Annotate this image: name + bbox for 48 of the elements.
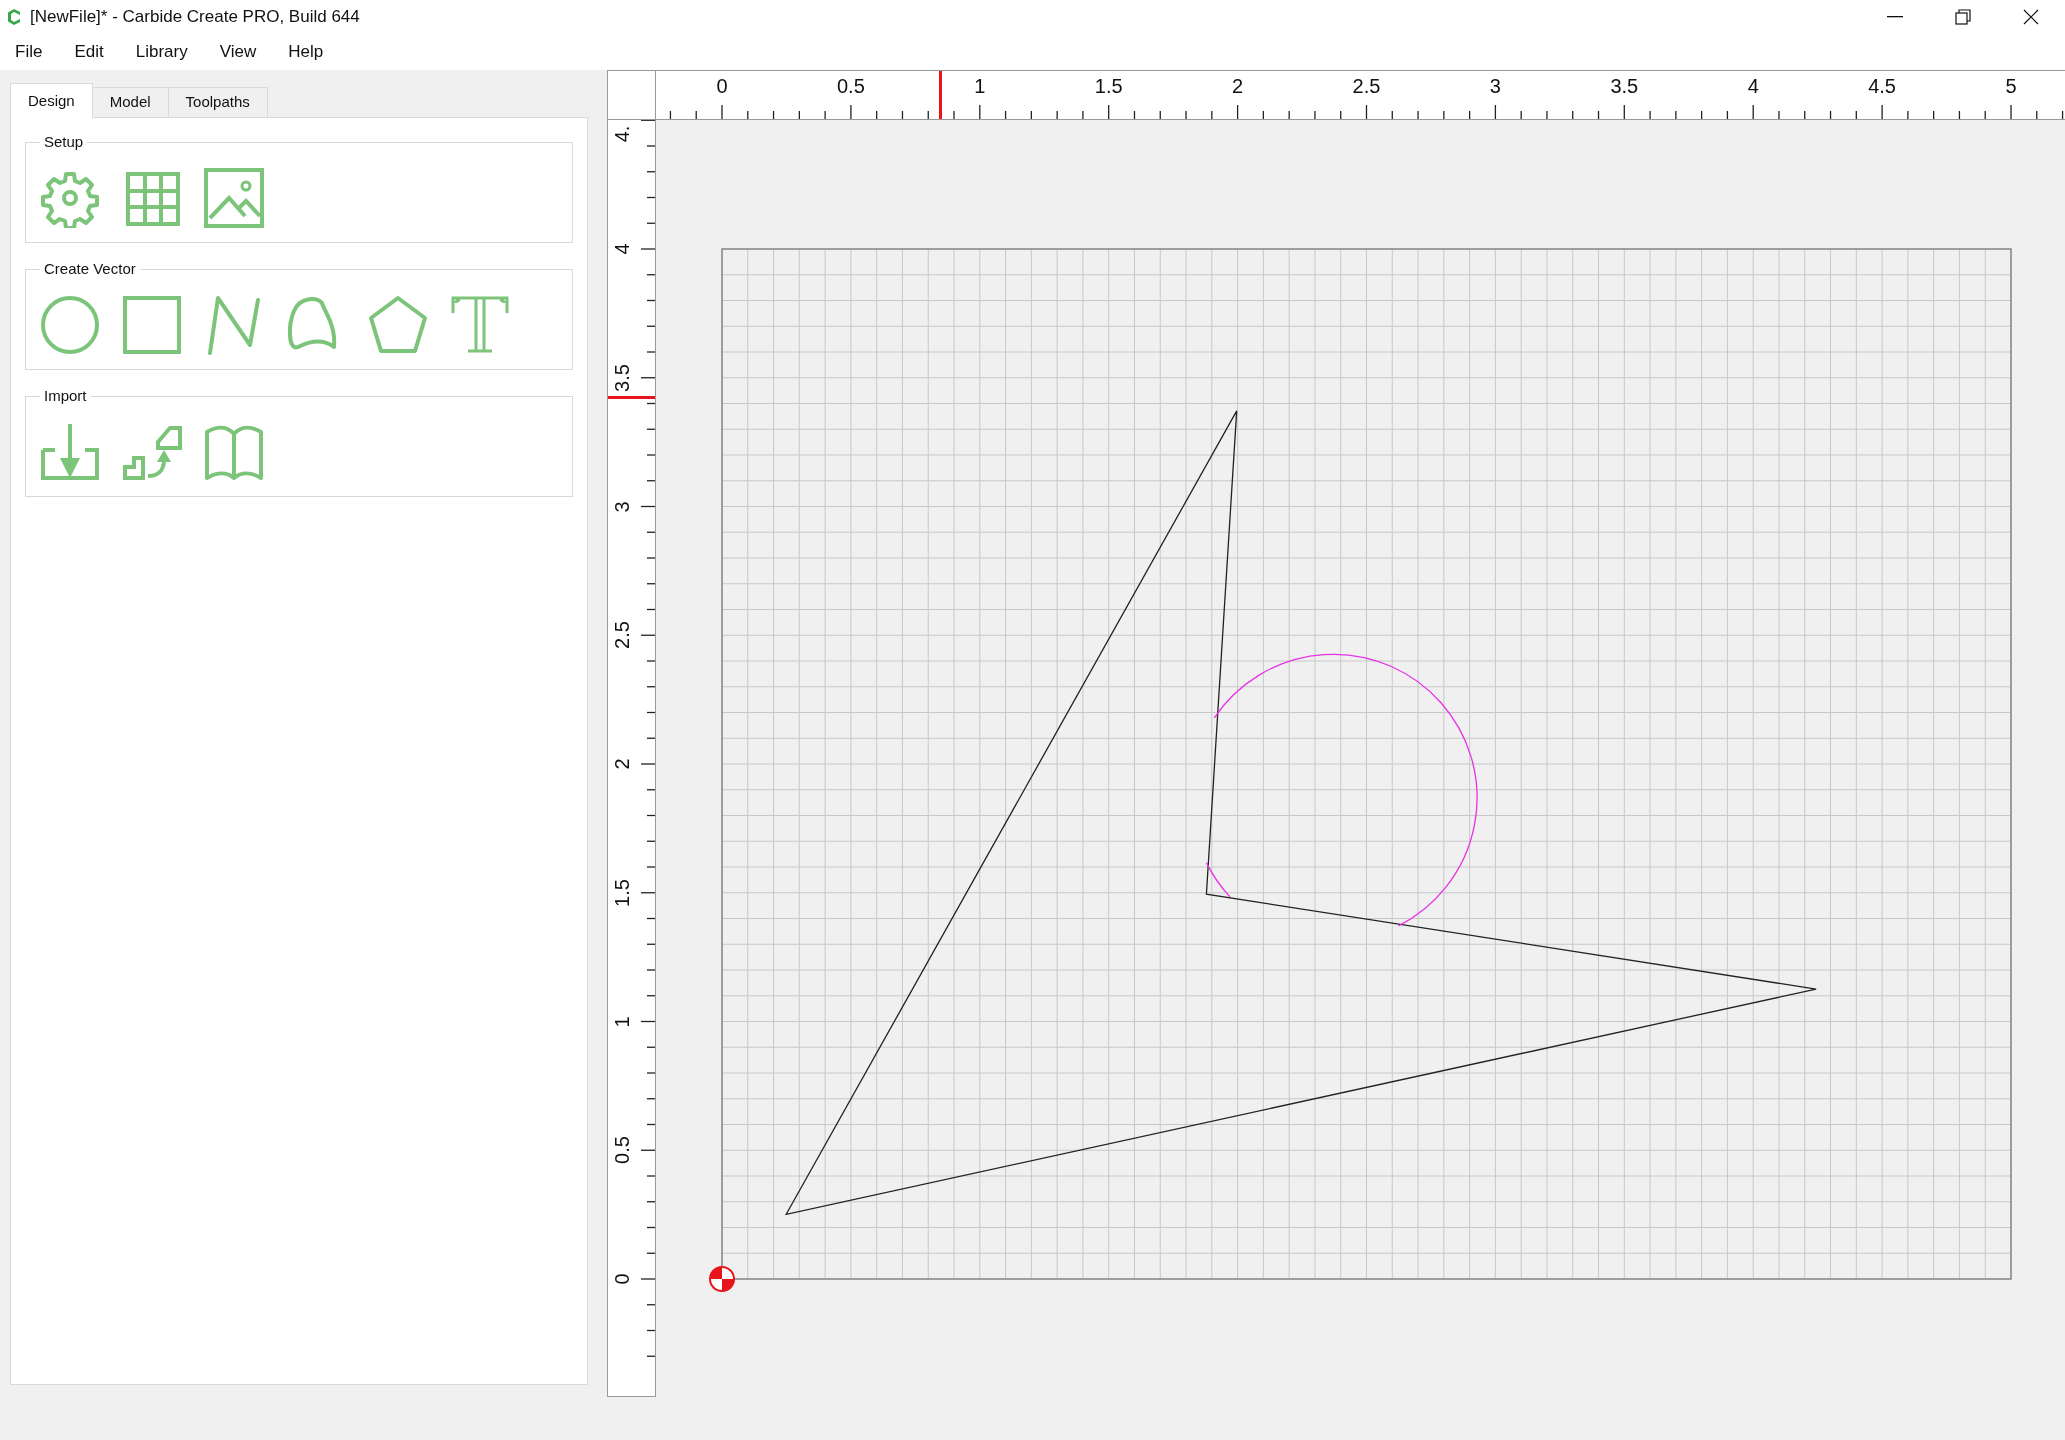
ruler-label: 3 (611, 499, 633, 515)
ruler-label: 4.5 (1868, 75, 1896, 97)
minimize-icon (1887, 16, 1903, 18)
cursor-marker (939, 71, 942, 119)
ruler-label: 0 (716, 75, 728, 97)
text-tool-icon (450, 295, 510, 355)
cursor-marker (608, 396, 655, 399)
close-icon (2023, 9, 2039, 25)
menu-item[interactable]: File (6, 39, 52, 65)
ruler-label: 2 (611, 757, 633, 772)
ruler-label: 0 (611, 1272, 633, 1287)
ruler-label: 0.5 (611, 1139, 633, 1162)
circle-icon (40, 295, 100, 355)
ruler-label: 0.5 (837, 75, 865, 97)
ruler-label: 2.5 (611, 624, 633, 647)
menu-item[interactable]: Help (279, 39, 333, 65)
ruler-label: 1.5 (611, 881, 633, 904)
ruler-label: 1.5 (1094, 75, 1123, 97)
tool-button[interactable] (122, 295, 182, 355)
menu-item[interactable]: View (210, 39, 266, 65)
ruler-label: 4. (611, 124, 633, 145)
ruler-label: 1 (974, 75, 986, 97)
tab[interactable]: Toolpaths (167, 87, 268, 118)
tool-button[interactable] (368, 295, 428, 355)
pentagon-icon (368, 295, 428, 355)
ruler-label: 2.5 (1352, 75, 1381, 97)
menu-item[interactable]: Library (126, 39, 197, 65)
app-logo-icon (6, 8, 22, 26)
tab[interactable]: Design (10, 83, 93, 118)
ruler-label: 3 (1489, 75, 1501, 97)
ruler-label: 3.5 (1610, 75, 1639, 97)
tool-button[interactable] (40, 295, 100, 355)
tool-button[interactable] (450, 295, 510, 355)
ruler-label: 4 (611, 242, 633, 257)
tool-button[interactable] (40, 422, 100, 482)
square-icon (122, 295, 182, 355)
ruler-label: 5 (2005, 75, 2017, 97)
tool-button[interactable] (204, 168, 264, 228)
menu-item[interactable]: Edit (65, 39, 113, 65)
origin-marker-icon (709, 1266, 735, 1292)
window-title: [NewFile]* - Carbide Create PRO, Build 644 (30, 6, 360, 29)
ruler-label: 3.5 (611, 366, 633, 389)
ruler-label: 4 (1747, 75, 1759, 97)
restore-icon (1955, 9, 1971, 25)
image-icon (204, 168, 264, 228)
ruler-label: 1 (611, 1014, 633, 1030)
import-icon (40, 422, 100, 482)
ruler-label: 2 (1232, 75, 1244, 97)
